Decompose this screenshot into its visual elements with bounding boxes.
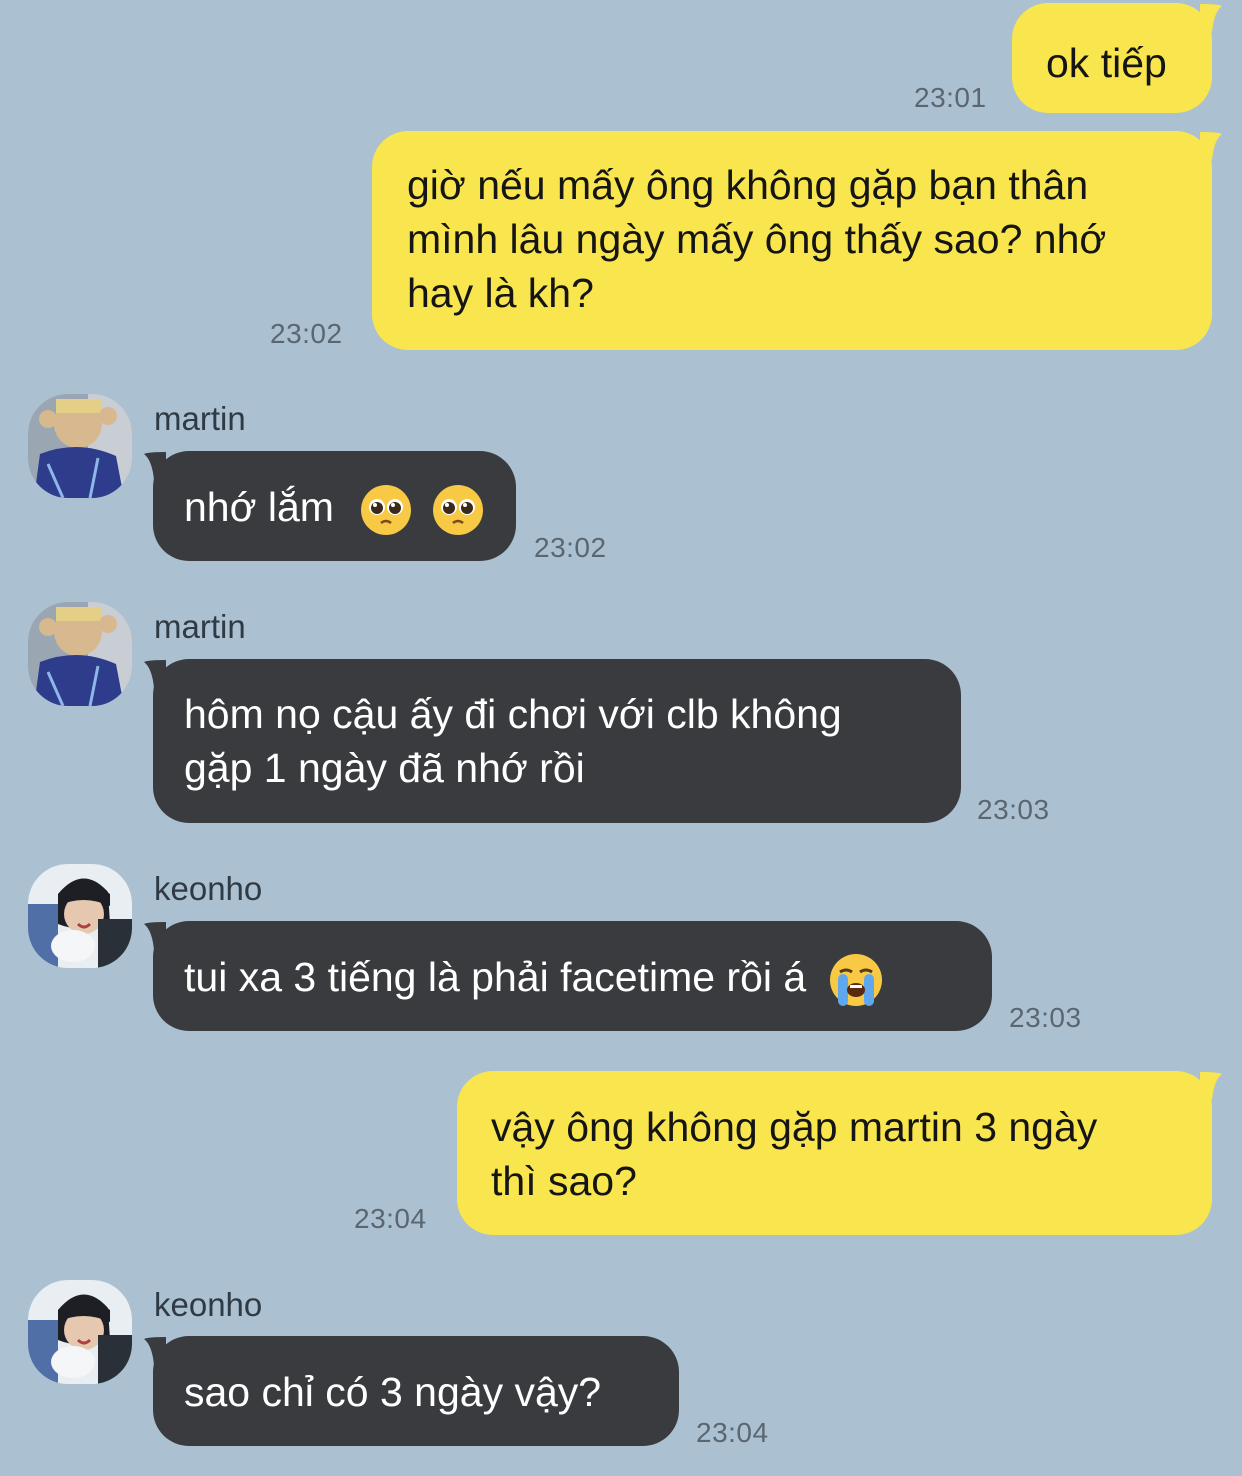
message-timestamp: 23:04 bbox=[354, 1203, 427, 1234]
message-text: nhớ lắm bbox=[184, 484, 334, 530]
bubble-tail bbox=[144, 660, 166, 688]
message-timestamp: 23:02 bbox=[270, 318, 343, 349]
bubble-tail bbox=[1200, 132, 1222, 160]
chat-area[interactable]: ok tiếp 23:01 giờ nếu mấy ông không gặp … bbox=[0, 0, 1242, 1476]
avatar-keonho[interactable] bbox=[28, 864, 132, 968]
avatar-martin[interactable] bbox=[28, 394, 132, 498]
bubble-tail bbox=[1200, 4, 1222, 32]
message-text-line: hôm nọ cậu ấy đi chơi với clb không bbox=[184, 691, 842, 737]
incoming-message[interactable]: sao chỉ có 3 ngày vậy? bbox=[153, 1336, 679, 1446]
pleading-face-icon bbox=[432, 485, 483, 536]
avatar-martin[interactable] bbox=[28, 602, 132, 706]
loudly-crying-face-icon bbox=[829, 954, 882, 1007]
bubble-tail bbox=[144, 452, 166, 480]
avatar-keonho[interactable] bbox=[28, 1280, 132, 1384]
message-timestamp: 23:04 bbox=[696, 1417, 769, 1448]
outgoing-message[interactable]: giờ nếu mấy ông không gặp bạn thân mình … bbox=[372, 131, 1212, 350]
message-text-line: giờ nếu mấy ông không gặp bạn thân bbox=[407, 162, 1089, 208]
message-timestamp: 23:03 bbox=[977, 794, 1050, 825]
incoming-message[interactable]: nhớ lắm bbox=[153, 451, 516, 561]
outgoing-message[interactable]: vậy ông không gặp martin 3 ngày thì sao? bbox=[457, 1071, 1212, 1235]
incoming-message[interactable]: hôm nọ cậu ấy đi chơi với clb không gặp … bbox=[153, 659, 961, 823]
message-text-line: hay là kh? bbox=[407, 270, 594, 316]
message-text-line: vậy ông không gặp martin 3 ngày bbox=[491, 1104, 1098, 1150]
message-timestamp: 23:01 bbox=[914, 82, 987, 113]
message-timestamp: 23:02 bbox=[534, 532, 607, 563]
pleading-face-icon bbox=[361, 485, 412, 536]
message-text-line: mình lâu ngày mấy ông thấy sao? nhớ bbox=[407, 216, 1107, 262]
bubble-tail bbox=[144, 922, 166, 950]
message-text: sao chỉ có 3 ngày vậy? bbox=[184, 1369, 602, 1415]
bubble-tail bbox=[1200, 1072, 1222, 1100]
message-text: tui xa 3 tiếng là phải facetime rồi á bbox=[184, 954, 807, 1000]
message-text: ok tiếp bbox=[1046, 40, 1167, 86]
message-text-line: gặp 1 ngày đã nhớ rồi bbox=[184, 745, 585, 791]
outgoing-message[interactable]: ok tiếp bbox=[1012, 3, 1212, 113]
sender-name: martin bbox=[154, 608, 246, 645]
bubble-tail bbox=[144, 1337, 166, 1365]
sender-name: keonho bbox=[154, 870, 263, 907]
message-timestamp: 23:03 bbox=[1009, 1002, 1082, 1033]
sender-name: martin bbox=[154, 400, 246, 437]
message-text-line: thì sao? bbox=[491, 1158, 637, 1204]
incoming-message[interactable]: tui xa 3 tiếng là phải facetime rồi á bbox=[153, 921, 992, 1031]
sender-name: keonho bbox=[154, 1286, 263, 1323]
